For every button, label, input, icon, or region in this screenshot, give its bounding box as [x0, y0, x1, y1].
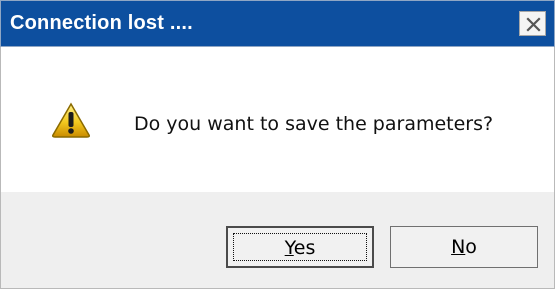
close-icon	[526, 17, 541, 32]
connection-lost-dialog: Connection lost .... Do you want to save…	[0, 0, 555, 289]
dialog-content: Do you want to save the parameters?	[0, 47, 555, 192]
title-bar[interactable]: Connection lost ....	[0, 0, 555, 47]
warning-icon	[52, 102, 90, 138]
yes-mnemonic: Y	[284, 237, 294, 259]
button-bar: Yes No	[0, 192, 555, 289]
window-title: Connection lost ....	[10, 12, 193, 34]
no-button[interactable]: No	[390, 226, 538, 268]
yes-label-rest: es	[293, 237, 316, 259]
yes-button[interactable]: Yes	[226, 226, 374, 268]
no-label-rest: o	[465, 236, 477, 258]
no-button-label: No	[451, 236, 477, 259]
close-button[interactable]	[519, 11, 546, 36]
yes-button-label: Yes	[285, 237, 316, 260]
no-mnemonic: N	[451, 236, 466, 258]
confirmation-message: Do you want to save the parameters?	[134, 113, 494, 135]
